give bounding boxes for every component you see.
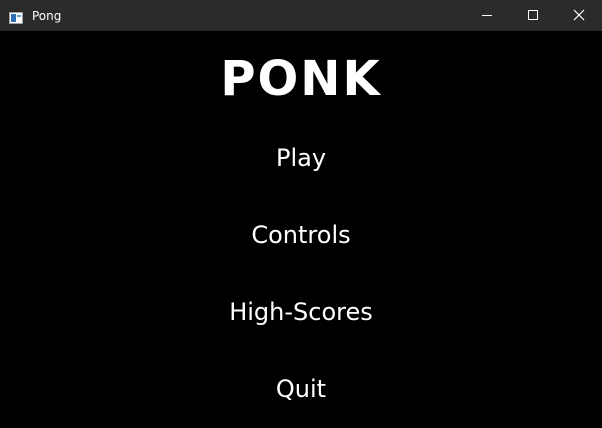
app-icon <box>9 9 23 24</box>
close-icon <box>573 9 585 21</box>
title-bar[interactable]: Pong <box>0 0 602 31</box>
game-title: PONK <box>220 51 382 107</box>
window-title: Pong <box>32 9 62 23</box>
app-window: Pong PONK Play Controls High-Scores Quit <box>0 0 602 428</box>
menu-high-scores-button[interactable]: High-Scores <box>1 296 601 328</box>
close-button[interactable] <box>556 0 602 31</box>
minimize-button[interactable] <box>464 0 510 31</box>
menu-play-button[interactable]: Play <box>1 142 601 174</box>
menu-controls-button[interactable]: Controls <box>1 219 601 251</box>
minimize-icon <box>482 15 492 16</box>
maximize-icon <box>528 10 538 20</box>
game-canvas: PONK Play Controls High-Scores Quit <box>1 31 601 427</box>
maximize-button[interactable] <box>510 0 556 31</box>
menu-quit-button[interactable]: Quit <box>1 373 601 405</box>
